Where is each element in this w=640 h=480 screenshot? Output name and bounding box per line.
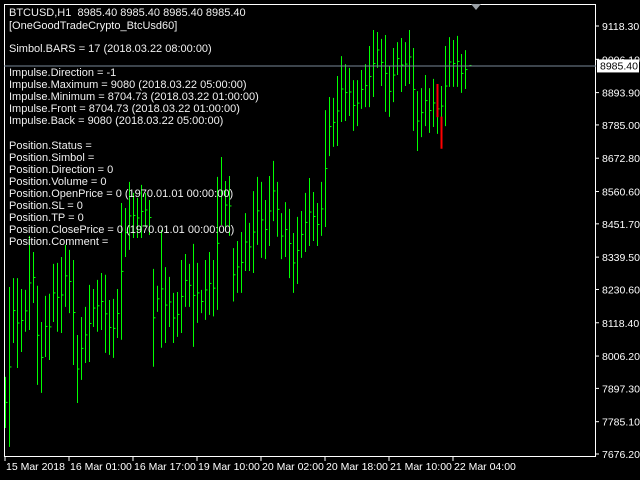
- y-tick-label: 9118.30: [602, 21, 639, 33]
- y-tick-label: 8006.20: [602, 351, 640, 363]
- impulse-line: Impulse.Front = 8704.73 (2018.03.22 01:0…: [9, 103, 240, 115]
- x-tick-label: 16 Mar 01:00: [70, 461, 132, 473]
- y-tick-label: 8118.40: [602, 318, 639, 330]
- bars-info: Simbol.BARS = 17 (2018.03.22 08:00:00): [9, 43, 212, 55]
- y-tick-label: 8672.80: [602, 153, 640, 165]
- position-line: Position.Simbol =: [9, 152, 95, 164]
- x-tick-label: 21 Mar 10:00: [390, 461, 452, 473]
- y-tick-label: 8560.60: [602, 187, 640, 199]
- impulse-group: [436, 83, 443, 149]
- price-axis[interactable]: 9118.309006.108893.908785.008672.808560.…: [596, 21, 640, 461]
- x-tick-label: 22 Mar 04:00: [454, 461, 516, 473]
- y-tick-label: 8339.50: [602, 252, 640, 264]
- position-line: Position.Comment =: [9, 236, 109, 248]
- y-tick-label: 8785.00: [602, 120, 640, 132]
- position-line: Position.SL = 0: [9, 200, 83, 212]
- position-line: Position.ClosePrice = 0 (1970.01.01 00:0…: [9, 224, 235, 236]
- y-tick-label: 8893.90: [602, 88, 640, 100]
- position-line: Position.TP = 0: [9, 212, 84, 224]
- position-line: Position.Volume = 0: [9, 176, 107, 188]
- symbol-line: BTCUSD,H1 8985.40 8985.40 8985.40 8985.4…: [9, 7, 246, 19]
- impulse-line: Impulse.Minimum = 8704.73 (2018.03.22 01…: [9, 91, 259, 103]
- x-tick-label: 16 Mar 17:00: [134, 461, 196, 473]
- y-tick-label: 8230.60: [602, 284, 640, 296]
- chart-shift-marker-icon[interactable]: [471, 4, 481, 10]
- y-tick-label: 7676.20: [602, 449, 640, 461]
- current-price-label: 8985.40: [600, 60, 638, 72]
- position-line: Position.OpenPrice = 0 (1970.01.01 00:00…: [9, 188, 234, 200]
- y-tick-label: 7785.10: [602, 417, 640, 429]
- impulse-line: Impulse.Maximum = 9080 (2018.03.22 05:00…: [9, 79, 247, 91]
- x-tick-label: 20 Mar 02:00: [262, 461, 324, 473]
- position-line: Position.Status =: [9, 140, 92, 152]
- y-tick-label: 7897.30: [602, 383, 640, 395]
- time-axis[interactable]: 15 Mar 2018 16 Mar 01:00 16 Mar 17:00 19 Ma…: [4, 457, 516, 473]
- x-tick-label: 20 Mar 18:00: [326, 461, 388, 473]
- impulse-line: Impulse.Direction = -1: [9, 67, 117, 79]
- x-tick-label: 15 Mar 2018: [6, 461, 65, 473]
- x-tick-label: 19 Mar 10:00: [198, 461, 260, 473]
- expert-name: [OneGoodTradeCrypto_BtcUsd60]: [9, 20, 178, 32]
- position-line: Position.Direction = 0: [9, 164, 114, 176]
- y-tick-label: 8451.70: [602, 219, 640, 231]
- impulse-line: Impulse.Back = 9080 (2018.03.22 05:00:00…: [9, 115, 224, 127]
